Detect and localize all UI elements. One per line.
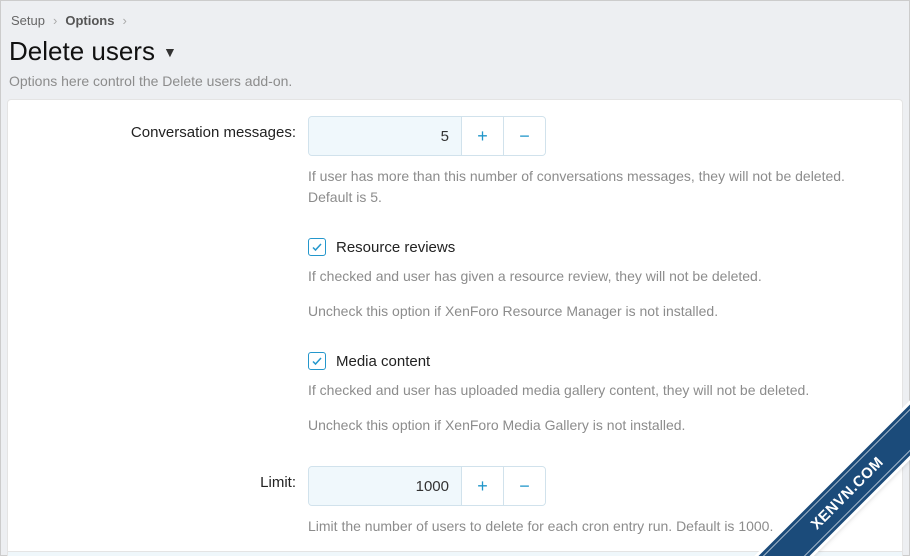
reviews-label: Resource reviews — [336, 239, 455, 256]
media-label: Media content — [336, 353, 430, 370]
reviews-help2: Uncheck this option if XenForo Resource … — [308, 301, 878, 322]
options-panel: Conversation messages: + − If user has m… — [7, 99, 903, 556]
media-checkbox[interactable] — [308, 352, 326, 370]
reviews-help1: If checked and user has given a resource… — [308, 266, 878, 287]
page-title: Delete users — [9, 36, 155, 67]
check-icon — [311, 355, 323, 367]
page-title-dropdown[interactable]: Delete users ▼ — [7, 30, 903, 69]
crumb-options[interactable]: Options — [65, 13, 114, 28]
limit-input[interactable] — [309, 467, 461, 505]
page-subtitle: Options here control the Delete users ad… — [7, 69, 903, 99]
plus-icon: + — [477, 126, 488, 147]
chevron-right-icon: › — [53, 13, 57, 28]
caret-down-icon: ▼ — [163, 44, 177, 60]
check-icon — [311, 241, 323, 253]
minus-icon: − — [519, 126, 530, 147]
media-help1: If checked and user has uploaded media g… — [308, 380, 878, 401]
breadcrumb: Setup › Options › — [7, 3, 903, 30]
crumb-setup[interactable]: Setup — [11, 13, 45, 28]
plus-icon: + — [477, 476, 488, 497]
conv-input[interactable] — [309, 117, 461, 155]
conv-inc-button[interactable]: + — [461, 117, 503, 155]
conv-stepper: + − — [308, 116, 546, 156]
reviews-checkbox[interactable] — [308, 238, 326, 256]
limit-dec-button[interactable]: − — [503, 467, 545, 505]
limit-label: Limit: — [8, 466, 308, 491]
limit-stepper: + − — [308, 466, 546, 506]
limit-inc-button[interactable]: + — [461, 467, 503, 505]
conv-label: Conversation messages: — [8, 116, 308, 141]
conv-help: If user has more than this number of con… — [308, 166, 878, 208]
chevron-right-icon: › — [122, 13, 126, 28]
conv-dec-button[interactable]: − — [503, 117, 545, 155]
minus-icon: − — [519, 476, 530, 497]
media-help2: Uncheck this option if XenForo Media Gal… — [308, 415, 878, 436]
